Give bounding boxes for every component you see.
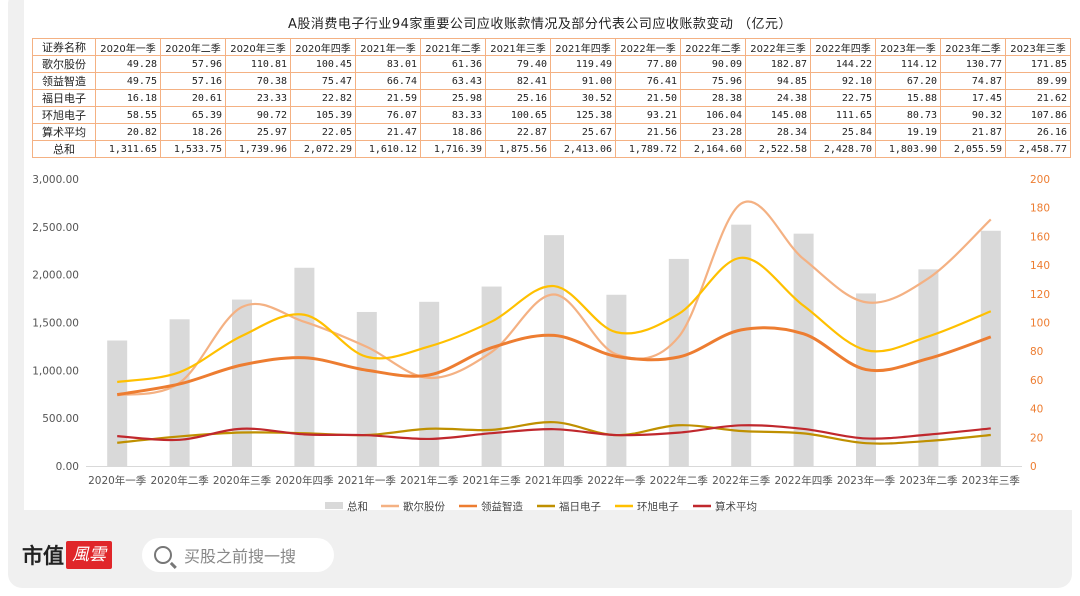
left-axis-tick-label: 2,000.00	[32, 270, 79, 282]
x-axis-tick-label: 2023年二季	[899, 474, 958, 487]
bar-total	[856, 293, 876, 466]
left-axis-tick-label: 2,500.00	[32, 222, 79, 234]
x-axis-tick-label: 2021年三季	[462, 474, 521, 487]
legend-label: 环旭电子	[637, 500, 679, 513]
right-axis-tick-label: 180	[1030, 203, 1050, 215]
x-axis-tick-label: 2020年一季	[88, 474, 147, 487]
left-axis-tick-label: 1,000.00	[32, 365, 79, 377]
left-axis-tick-label: 1,500.00	[32, 318, 79, 330]
x-axis-tick-label: 2022年三季	[712, 474, 771, 487]
brand-logo-red: 風雲	[66, 541, 112, 569]
right-axis-tick-label: 140	[1030, 260, 1050, 272]
bar-total	[481, 286, 502, 466]
search-placeholder: 买股之前搜一搜	[184, 547, 297, 566]
x-axis-tick-label: 2020年二季	[150, 474, 209, 487]
right-axis-tick-label: 80	[1030, 346, 1043, 358]
x-axis-tick-label: 2023年一季	[837, 474, 896, 487]
left-axis-tick-label: 3,000.00	[32, 174, 79, 186]
combo-chart: 0.00 500.00 1,000.00 1,500.00 2,000.00 2,500.…	[32, 174, 1050, 513]
right-axis-tick-label: 40	[1030, 404, 1043, 416]
bar-total	[232, 299, 252, 466]
bar-total	[294, 267, 315, 466]
right-axis-tick-label: 20	[1030, 432, 1043, 444]
bar-total	[793, 233, 814, 466]
x-axis-tick-label: 2022年四季	[774, 474, 833, 487]
search-box[interactable]: 买股之前搜一搜	[142, 538, 334, 572]
x-axis-tick-label: 2021年四季	[525, 474, 584, 487]
x-axis-tick-label: 2020年三季	[213, 474, 272, 487]
x-axis-tick-label: 2022年二季	[650, 474, 709, 487]
right-axis-tick-label: 200	[1030, 174, 1050, 186]
bar-total	[606, 294, 627, 466]
legend-label: 福日电子	[559, 500, 601, 513]
right-axis-tick-label: 0	[1030, 461, 1037, 473]
legend-swatch	[325, 502, 343, 509]
x-axis-tick-label: 2022年一季	[587, 474, 646, 487]
search-icon	[154, 546, 172, 564]
brand-logo-text: 市值	[22, 543, 64, 568]
legend-label: 总和	[347, 500, 368, 513]
x-axis-tick-label: 2020年四季	[275, 474, 334, 487]
right-axis-tick-label: 100	[1030, 318, 1050, 330]
bar-total	[169, 319, 190, 466]
bar-total	[918, 269, 939, 466]
brand-logo: 市值 風雲	[22, 540, 112, 570]
bar-total	[668, 258, 689, 466]
bar-total	[107, 340, 128, 466]
right-axis-tick-label: 120	[1030, 289, 1050, 301]
x-axis-tick-label: 2021年二季	[400, 474, 459, 487]
legend-label: 歌尔股份	[403, 500, 445, 513]
left-axis-tick-label: 0.00	[56, 461, 79, 473]
right-axis-tick-label: 160	[1030, 231, 1050, 243]
bar-total	[419, 301, 440, 466]
legend-label: 领益智造	[481, 500, 523, 513]
right-axis-tick-label: 60	[1030, 375, 1043, 387]
x-axis-tick-label: 2023年三季	[962, 474, 1021, 487]
bar-total	[980, 230, 1001, 466]
bar-total	[544, 235, 564, 466]
left-axis-tick-label: 500.00	[42, 413, 79, 425]
legend-label: 算术平均	[715, 500, 757, 513]
x-axis-tick-label: 2021年一季	[338, 474, 397, 487]
bar-total	[356, 311, 377, 466]
